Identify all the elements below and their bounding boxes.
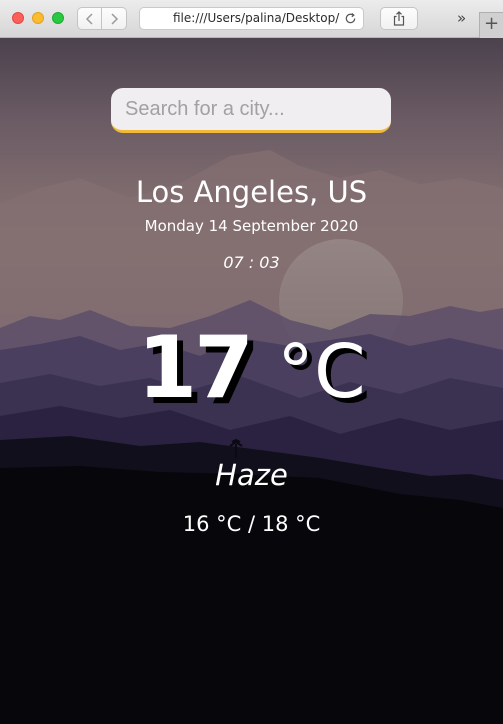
browser-toolbar: file:///Users/palina/Desktop/ » + bbox=[0, 0, 503, 38]
weather-condition: Haze bbox=[215, 458, 288, 492]
location-title: Los Angeles, US bbox=[135, 175, 368, 209]
url-text: file:///Users/palina/Desktop/ bbox=[173, 11, 340, 25]
back-button[interactable] bbox=[77, 7, 102, 30]
address-bar[interactable]: file:///Users/palina/Desktop/ bbox=[139, 7, 364, 30]
zoom-window-button[interactable] bbox=[52, 12, 64, 24]
share-button[interactable] bbox=[380, 7, 418, 30]
new-tab-button[interactable]: + bbox=[479, 12, 503, 38]
forward-button[interactable] bbox=[102, 7, 127, 30]
reload-icon[interactable] bbox=[344, 12, 357, 25]
close-window-button[interactable] bbox=[12, 12, 24, 24]
chevron-left-icon bbox=[85, 12, 93, 25]
temperature-range: 16 °C / 18 °C bbox=[182, 512, 321, 536]
temperature-value: 17 bbox=[137, 318, 254, 418]
city-search-input[interactable] bbox=[111, 88, 391, 133]
overflow-menu-button[interactable]: » bbox=[457, 9, 466, 27]
time-label: 07 : 03 bbox=[223, 253, 280, 272]
weather-page: Los Angeles, US Monday 14 September 2020… bbox=[0, 38, 503, 724]
share-icon bbox=[393, 11, 405, 26]
temperature-display: 17 °C bbox=[0, 318, 503, 418]
minimize-window-button[interactable] bbox=[32, 12, 44, 24]
date-label: Monday 14 September 2020 bbox=[144, 217, 359, 235]
temperature-unit: °C bbox=[277, 329, 366, 415]
chevron-right-icon bbox=[111, 12, 119, 25]
